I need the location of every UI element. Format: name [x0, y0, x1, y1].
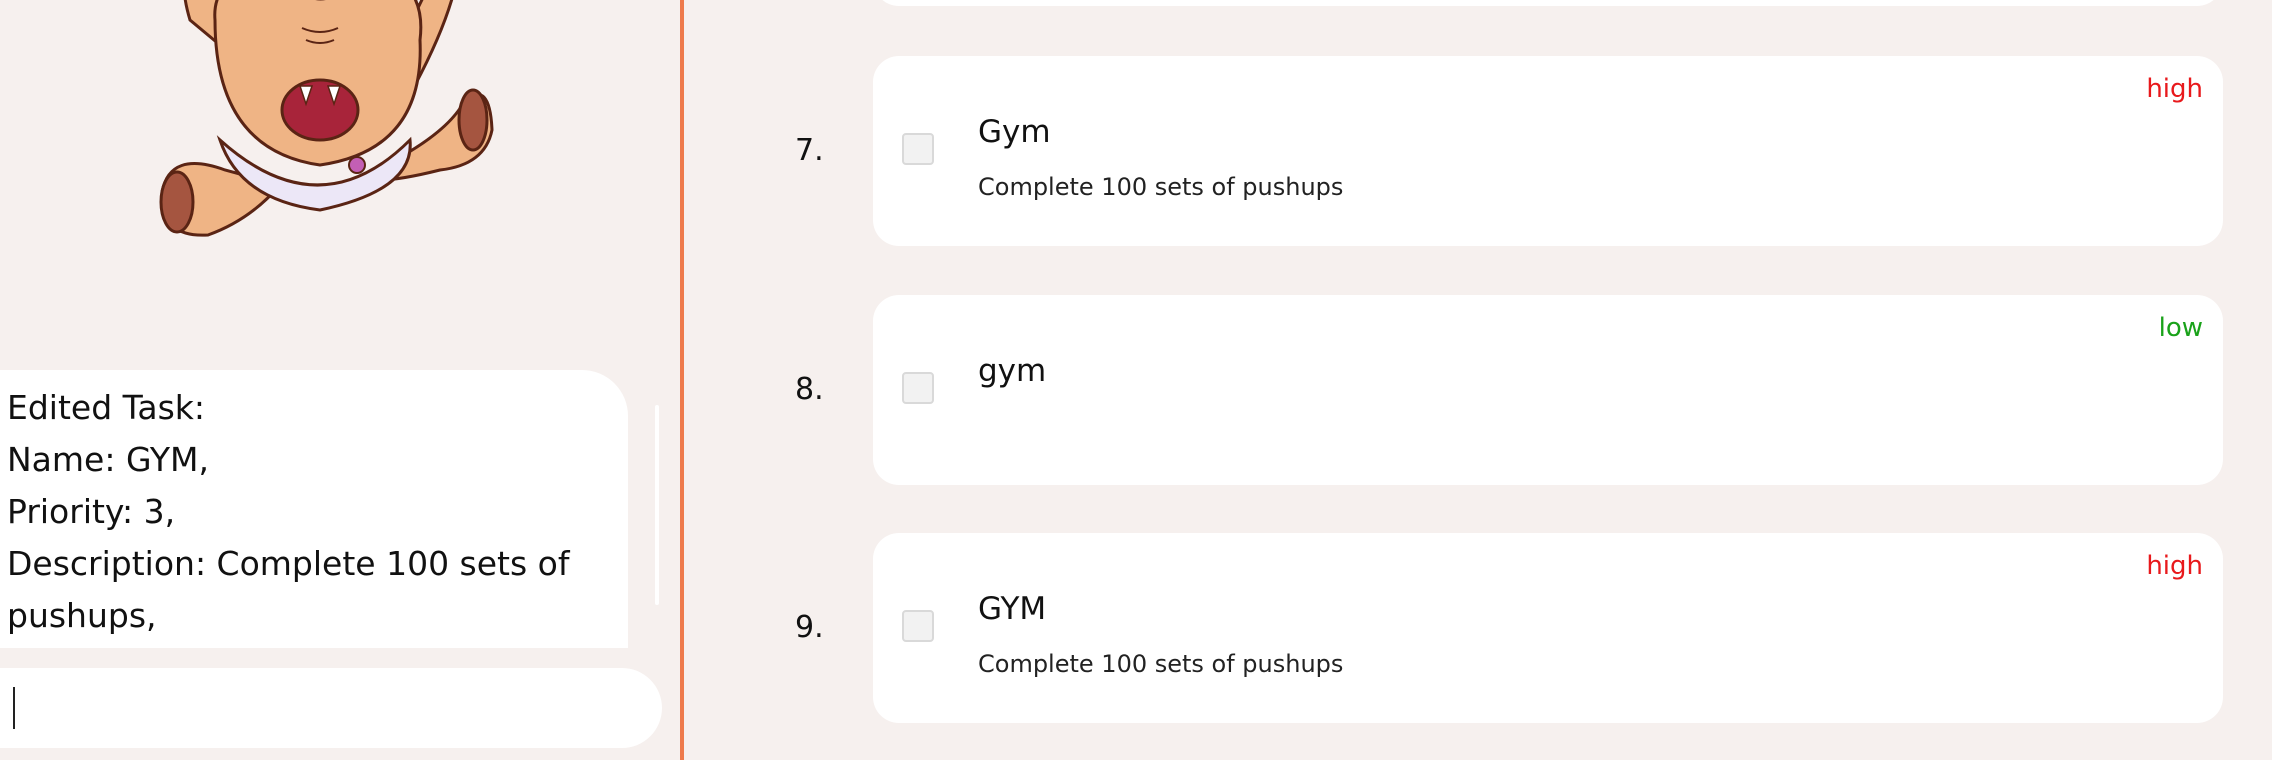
task-card[interactable]: gym low	[873, 295, 2223, 485]
chat-scrollbar[interactable]	[655, 405, 659, 605]
priority-badge: high	[2146, 551, 2203, 581]
chat-message-bubble: Edited Task: Name: GYM, Priority: 3, Des…	[0, 370, 628, 648]
task-card[interactable]: Gym Complete 100 sets of pushups high	[873, 56, 2223, 246]
task-title: GYM	[978, 591, 1047, 627]
task-number: 7.	[795, 133, 824, 168]
priority-badge: low	[2158, 313, 2203, 343]
task-description: Complete 100 sets of pushups	[978, 650, 1344, 678]
chat-message-line: Name: GYM,	[7, 440, 210, 479]
chat-message-line: pushups,	[7, 596, 157, 635]
chat-message-line: Edited Task:	[7, 388, 205, 427]
task-checkbox[interactable]	[902, 133, 934, 165]
task-number: 9.	[795, 610, 824, 645]
task-description: Complete 100 sets of pushups	[978, 173, 1344, 201]
task-title: gym	[978, 353, 1047, 389]
task-title: Gym	[978, 114, 1051, 150]
priority-badge: high	[2146, 74, 2203, 104]
task-card[interactable]: GYM Complete 100 sets of pushups high	[873, 533, 2223, 723]
list-item: 9. GYM Complete 100 sets of pushups high	[684, 533, 2272, 723]
list-item: 7. Gym Complete 100 sets of pushups high	[684, 56, 2272, 246]
chat-message-line: Description: Complete 100 sets of	[7, 544, 570, 583]
task-checkbox[interactable]	[902, 610, 934, 642]
text-caret	[13, 687, 15, 729]
chat-message-line: Priority: 3,	[7, 492, 176, 531]
task-list: 7. Gym Complete 100 sets of pushups high…	[684, 0, 2272, 760]
chat-panel: Edited Task: Name: GYM, Priority: 3, Des…	[0, 0, 680, 760]
crying-baby-monster-illustration	[159, 0, 494, 237]
task-checkbox[interactable]	[902, 372, 934, 404]
chat-input[interactable]	[0, 668, 662, 748]
task-card[interactable]	[873, 0, 2223, 6]
task-number: 8.	[795, 372, 824, 407]
list-item: 8. gym low	[684, 295, 2272, 485]
